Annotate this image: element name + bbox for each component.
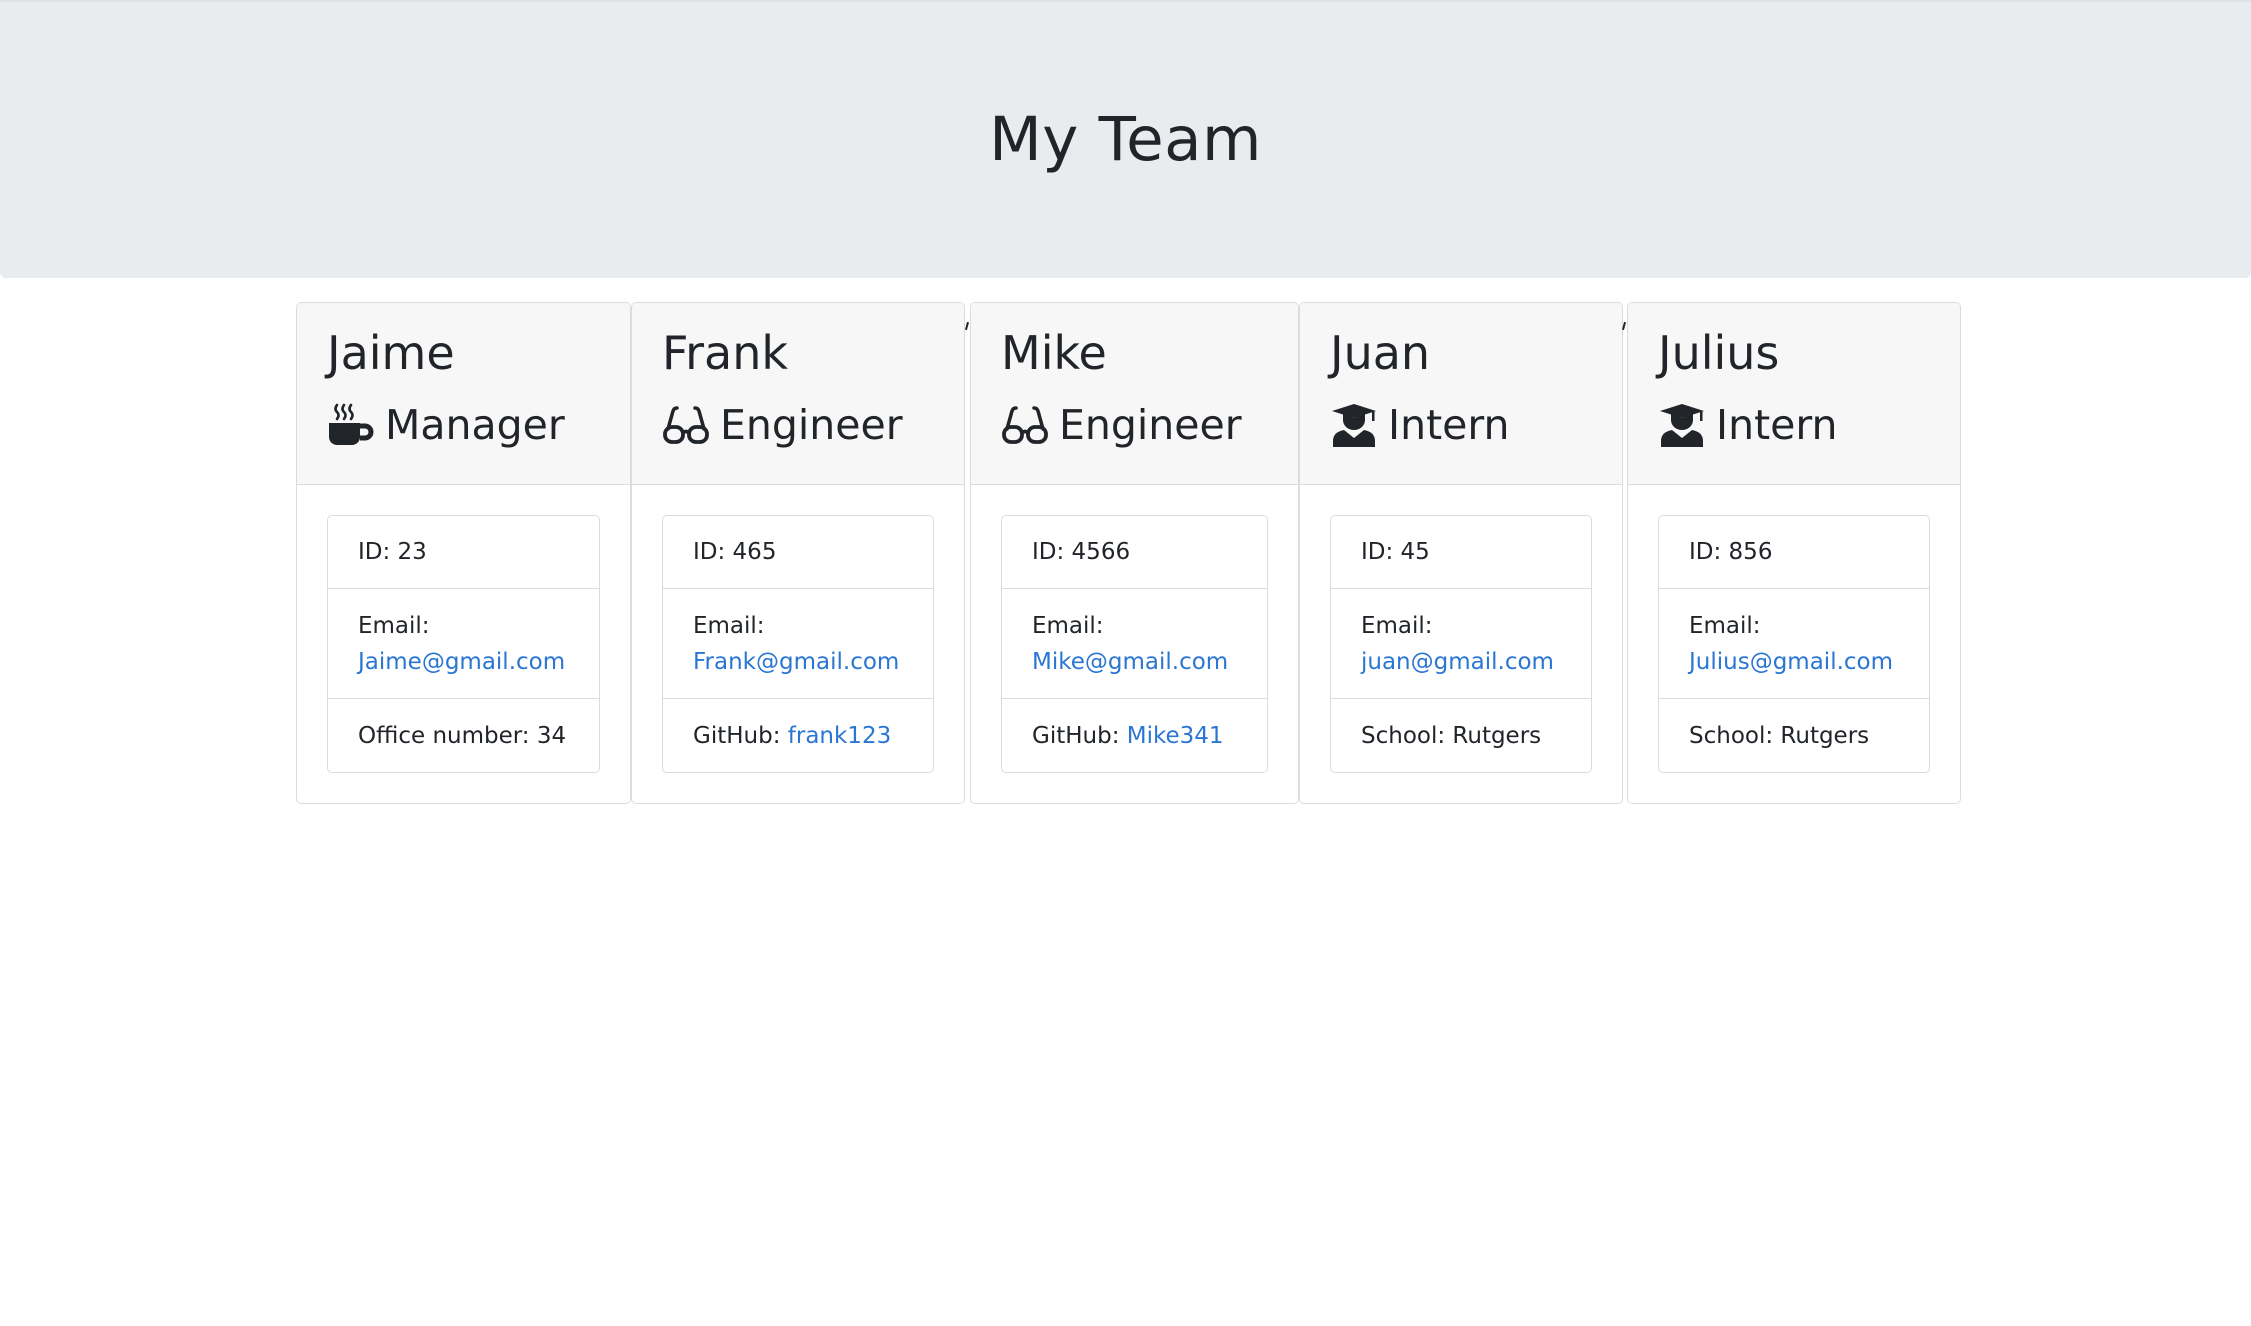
email-label: Email: (693, 612, 765, 639)
github-row: GitHub: frank123 (693, 718, 903, 754)
github-label: GitHub: (1032, 722, 1127, 749)
employee-card: Jaime Manager ID: 23 Email: Jaime@gmail.… (296, 302, 631, 804)
employee-details: ID: 465 Email: Frank@gmail.com GitHub: f… (662, 515, 934, 773)
email-label: Email: (358, 612, 430, 639)
card-header: Jaime Manager (297, 303, 630, 485)
github: GitHub: frank123 (663, 699, 933, 772)
card-header: Julius Intern (1628, 303, 1960, 485)
mug-hot-icon (327, 403, 375, 447)
id-text: ID: 4566 (1032, 539, 1131, 565)
employee-role: Engineer (1001, 395, 1242, 455)
role-label: Engineer (720, 401, 903, 449)
employee-id: ID: 856 (1659, 516, 1929, 589)
employee-email: Email: Frank@gmail.com (663, 589, 933, 699)
role-label: Manager (385, 401, 565, 449)
employee-details: ID: 4566 Email: Mike@gmail.com GitHub: M… (1001, 515, 1268, 773)
glasses-icon (662, 403, 710, 447)
office-number: Office number: 34 (328, 699, 599, 772)
employee-email: Email: juan@gmail.com (1331, 589, 1591, 699)
github-link[interactable]: Mike341 (1127, 723, 1224, 749)
email-link[interactable]: Mike@gmail.com (1032, 644, 1237, 680)
email-link[interactable]: Jaime@gmail.com (358, 644, 569, 680)
github-link[interactable]: frank123 (788, 723, 891, 749)
role-label: Engineer (1059, 401, 1242, 449)
github: GitHub: Mike341 (1002, 699, 1267, 772)
employee-name: Juan (1330, 326, 1431, 380)
employee-name: Jaime (327, 326, 455, 380)
role-label: Intern (1716, 401, 1838, 449)
page-title: My Team (989, 104, 1262, 175)
email-label: Email: (1032, 612, 1104, 639)
header-jumbotron: My Team (0, 0, 2251, 278)
office-number-text: Office number: 34 (358, 722, 567, 749)
id-text: ID: 45 (1361, 539, 1430, 565)
card-header: Juan Intern (1300, 303, 1622, 485)
employee-id: ID: 465 (663, 516, 933, 589)
school-text: School: Rutgers (1689, 722, 1870, 749)
employee-card: Julius Intern ID: 856 Email: Julius@gmai… (1627, 302, 1961, 804)
employee-name: Frank (662, 326, 789, 380)
employee-card: Frank Engineer ID: 465 Email: Frank@gmai… (631, 302, 965, 804)
stray-mark (1621, 321, 1627, 331)
role-label: Intern (1388, 401, 1510, 449)
card-header: Frank Engineer (632, 303, 964, 485)
id-text: ID: 23 (358, 539, 427, 565)
employee-id: ID: 4566 (1002, 516, 1267, 589)
employee-email: Email: Julius@gmail.com (1659, 589, 1929, 699)
employee-details: ID: 45 Email: juan@gmail.com School: Rut… (1330, 515, 1592, 773)
email-link[interactable]: Julius@gmail.com (1689, 644, 1899, 680)
glasses-icon (1001, 403, 1049, 447)
card-header: Mike Engineer (971, 303, 1298, 485)
employee-role: Manager (327, 395, 565, 455)
employee-email: Email: Mike@gmail.com (1002, 589, 1267, 699)
employee-email: Email: Jaime@gmail.com (328, 589, 599, 699)
graduate-icon (1330, 403, 1378, 447)
email-link[interactable]: Frank@gmail.com (693, 644, 903, 680)
employee-details: ID: 856 Email: Julius@gmail.com School: … (1658, 515, 1930, 773)
employee-name: Julius (1658, 326, 1780, 380)
id-text: ID: 465 (693, 539, 777, 565)
email-label: Email: (1361, 612, 1433, 639)
id-text: ID: 856 (1689, 539, 1773, 565)
stray-mark (964, 321, 970, 331)
employee-role: Intern (1330, 395, 1510, 455)
school: School: Rutgers (1659, 699, 1929, 772)
employee-role: Intern (1658, 395, 1838, 455)
email-label: Email: (1689, 612, 1761, 639)
github-label: GitHub: (693, 722, 788, 749)
employee-card: Mike Engineer ID: 4566 Email: Mike@gmail… (970, 302, 1299, 804)
school-text: School: Rutgers (1361, 722, 1542, 749)
employee-role: Engineer (662, 395, 903, 455)
graduate-icon (1658, 403, 1706, 447)
employee-card: Juan Intern ID: 45 Email: juan@gmail.com… (1299, 302, 1623, 804)
github-row: GitHub: Mike341 (1032, 718, 1237, 754)
employee-id: ID: 45 (1331, 516, 1591, 589)
employee-name: Mike (1001, 326, 1107, 380)
employee-details: ID: 23 Email: Jaime@gmail.com Office num… (327, 515, 600, 773)
team-row: Jaime Manager ID: 23 Email: Jaime@gmail.… (0, 302, 2251, 804)
email-link[interactable]: juan@gmail.com (1361, 644, 1561, 680)
school: School: Rutgers (1331, 699, 1591, 772)
employee-id: ID: 23 (328, 516, 599, 589)
